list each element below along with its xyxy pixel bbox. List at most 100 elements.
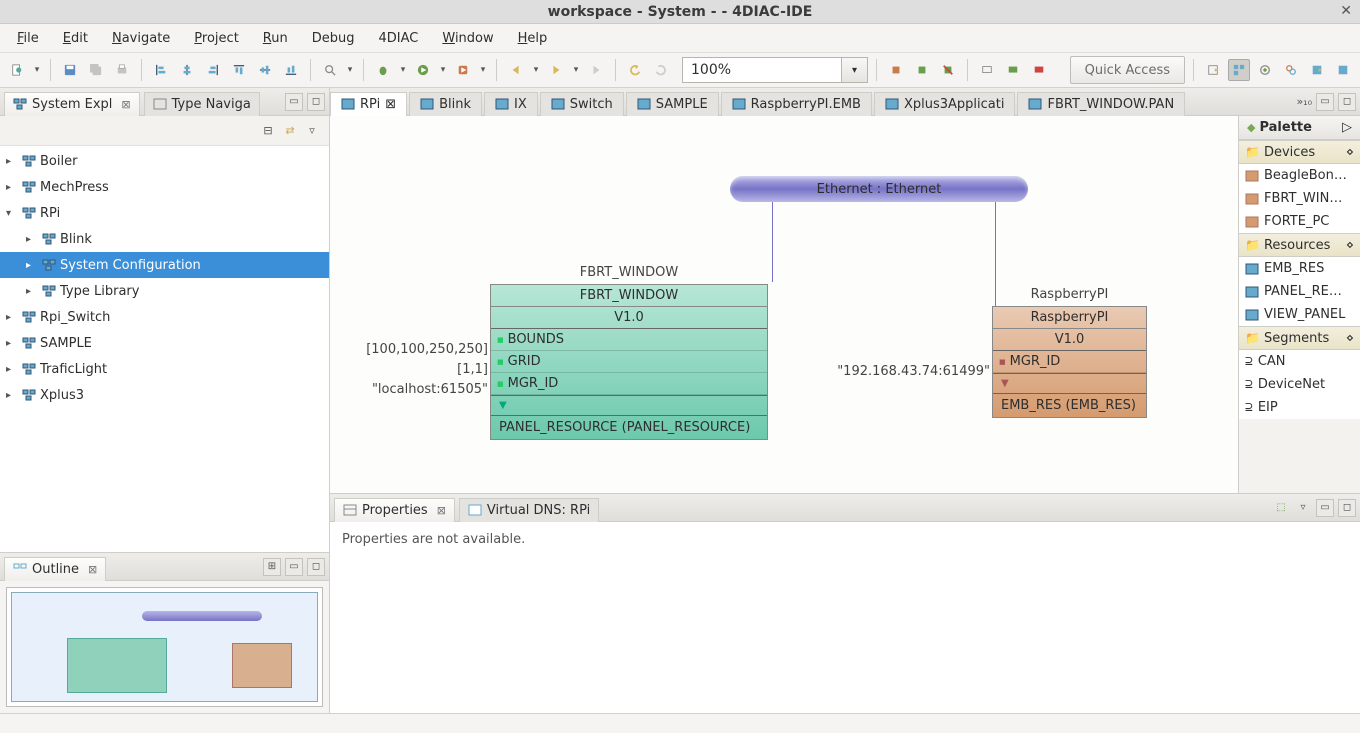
align-left-button[interactable]	[150, 59, 172, 81]
zoom-dropdown[interactable]: ▾	[842, 57, 868, 83]
tree-item-type-library[interactable]: ▸Type Library	[0, 278, 329, 304]
menu-edit[interactable]: Edit	[52, 26, 99, 51]
menu-file[interactable]: File	[6, 26, 50, 51]
editor-tab-raspberrypi-emb[interactable]: RaspberryPI.EMB	[721, 92, 872, 116]
tree-arrow-icon[interactable]: ▸	[6, 312, 18, 323]
new-button[interactable]	[6, 59, 28, 81]
tab-outline[interactable]: Outline⊠	[4, 557, 106, 581]
palette-item[interactable]: PANEL_RE…	[1239, 280, 1360, 303]
editor-tab-rpi[interactable]: RPi⊠	[330, 92, 407, 116]
device-fbrt-window[interactable]: FBRT_WINDOW FBRT_WINDOW V1.0 BOUNDS GRID…	[490, 284, 768, 440]
close-icon[interactable]: ⊠	[437, 504, 446, 517]
minimize-view-button[interactable]: ▭	[1316, 499, 1334, 517]
nav-fwd-dropdown[interactable]: ▾	[571, 59, 581, 81]
ethernet-segment[interactable]: Ethernet : Ethernet	[730, 176, 1028, 202]
nav-fwd-button[interactable]	[545, 59, 567, 81]
search-button[interactable]	[319, 59, 341, 81]
debug-dropdown[interactable]: ▾	[398, 59, 408, 81]
menu-window[interactable]: Window	[431, 26, 504, 51]
outline-thumbnail[interactable]	[6, 587, 323, 707]
maximize-view-button[interactable]: ◻	[1338, 93, 1356, 111]
tree-item-traficlight[interactable]: ▸TraficLight	[0, 356, 329, 382]
tree-item-rpi_switch[interactable]: ▸Rpi_Switch	[0, 304, 329, 330]
tree-item-boiler[interactable]: ▸Boiler	[0, 148, 329, 174]
view-menu-button[interactable]: ▿	[303, 122, 321, 140]
tree-arrow-icon[interactable]: ▸	[6, 390, 18, 401]
palette-item[interactable]: ⊇CAN	[1239, 350, 1360, 373]
window-close-button[interactable]: ✕	[1340, 3, 1352, 19]
persp-other-button[interactable]	[1332, 59, 1354, 81]
align-bottom-button[interactable]	[280, 59, 302, 81]
maximize-view-button[interactable]: ◻	[307, 93, 325, 111]
persp-type-button[interactable]	[1280, 59, 1302, 81]
palette-drawer-devices[interactable]: 📁Devices⋄	[1239, 140, 1360, 164]
palette-header[interactable]: ◆Palette ▷	[1239, 116, 1360, 140]
persp-deploy-button[interactable]	[1306, 59, 1328, 81]
palette-item[interactable]: VIEW_PANEL	[1239, 303, 1360, 326]
palette-item[interactable]: ⊇DeviceNet	[1239, 373, 1360, 396]
tree-item-mechpress[interactable]: ▸MechPress	[0, 174, 329, 200]
menu-4diac[interactable]: 4DIAC	[368, 26, 430, 51]
quick-access[interactable]: Quick Access	[1070, 56, 1185, 84]
tree-arrow-icon[interactable]: ▾	[6, 208, 18, 219]
tab-virtual-dns[interactable]: Virtual DNS: RPi	[459, 498, 599, 522]
align-right-button[interactable]	[202, 59, 224, 81]
align-middle-button[interactable]	[254, 59, 276, 81]
tree-arrow-icon[interactable]: ▸	[6, 182, 18, 193]
view-menu-button[interactable]: ▿	[1294, 499, 1312, 517]
ext-tools-button[interactable]	[452, 59, 474, 81]
overflow-tabs-button[interactable]: »₁₀	[1296, 95, 1312, 108]
align-top-button[interactable]	[228, 59, 250, 81]
maximize-view-button[interactable]: ◻	[1338, 499, 1356, 517]
fb-new-button[interactable]	[885, 59, 907, 81]
minimize-view-button[interactable]: ▭	[1316, 93, 1334, 111]
palette-item[interactable]: FBRT_WIN…	[1239, 187, 1360, 210]
minimize-view-button[interactable]: ▭	[285, 558, 303, 576]
tab-system-explorer[interactable]: System Expl⊠	[4, 92, 140, 116]
collapse-all-button[interactable]: ⊟	[259, 122, 277, 140]
tree-arrow-icon[interactable]: ▸	[26, 286, 38, 297]
editor-tab-ix[interactable]: IX	[484, 92, 538, 116]
editor-tab-sample[interactable]: SAMPLE	[626, 92, 719, 116]
close-icon[interactable]: ⊠	[121, 98, 130, 111]
palette-drawer-resources[interactable]: 📁Resources⋄	[1239, 233, 1360, 257]
persp-open-button[interactable]	[1202, 59, 1224, 81]
debug-button[interactable]	[372, 59, 394, 81]
system-explorer-tree[interactable]: ▸Boiler▸MechPress▾RPi▸Blink▸System Confi…	[0, 146, 329, 552]
maximize-view-button[interactable]: ◻	[307, 558, 325, 576]
device-raspberrypi[interactable]: RaspberryPI RaspberryPI V1.0 MGR_ID ▼ EM…	[992, 306, 1147, 418]
nav-back-button[interactable]	[505, 59, 527, 81]
clean-button[interactable]	[1028, 59, 1050, 81]
pin-view-button[interactable]: ⬚	[1272, 499, 1290, 517]
editor-tab-xplus3applicati[interactable]: Xplus3Applicati	[874, 92, 1016, 116]
outline-mode-button[interactable]: ⊞	[263, 558, 281, 576]
tree-item-blink[interactable]: ▸Blink	[0, 226, 329, 252]
fb-edit-button[interactable]	[911, 59, 933, 81]
deploy-button[interactable]	[1002, 59, 1024, 81]
tree-item-rpi[interactable]: ▾RPi	[0, 200, 329, 226]
zoom-combo[interactable]: ▾	[682, 57, 868, 83]
palette-item[interactable]: EMB_RES	[1239, 257, 1360, 280]
editor-tab-switch[interactable]: Switch	[540, 92, 624, 116]
tree-item-xplus3[interactable]: ▸Xplus3	[0, 382, 329, 408]
close-icon[interactable]: ⊠	[385, 97, 396, 112]
editor-tab-blink[interactable]: Blink	[409, 92, 482, 116]
redo-button[interactable]	[650, 59, 672, 81]
tree-arrow-icon[interactable]: ▸	[26, 234, 38, 245]
new-dropdown[interactable]: ▾	[32, 59, 42, 81]
search-dropdown[interactable]: ▾	[345, 59, 355, 81]
link-editor-button[interactable]: ⇄	[281, 122, 299, 140]
menu-debug[interactable]: Debug	[301, 26, 366, 51]
tree-arrow-icon[interactable]: ▸	[6, 338, 18, 349]
tab-type-navigator[interactable]: Type Naviga	[144, 92, 260, 116]
nav-back-dropdown[interactable]: ▾	[531, 59, 541, 81]
align-center-button[interactable]	[176, 59, 198, 81]
tree-arrow-icon[interactable]: ▸	[6, 156, 18, 167]
save-button[interactable]	[59, 59, 81, 81]
diagram-canvas[interactable]: Ethernet : Ethernet FBRT_WINDOW FBRT_WIN…	[330, 116, 1238, 493]
editor-tab-fbrt-window-pan[interactable]: FBRT_WINDOW.PAN	[1017, 92, 1185, 116]
save-all-button[interactable]	[85, 59, 107, 81]
close-icon[interactable]: ⊠	[88, 563, 97, 576]
zoom-input[interactable]	[682, 57, 842, 83]
palette-item[interactable]: ⊇EIP	[1239, 396, 1360, 419]
